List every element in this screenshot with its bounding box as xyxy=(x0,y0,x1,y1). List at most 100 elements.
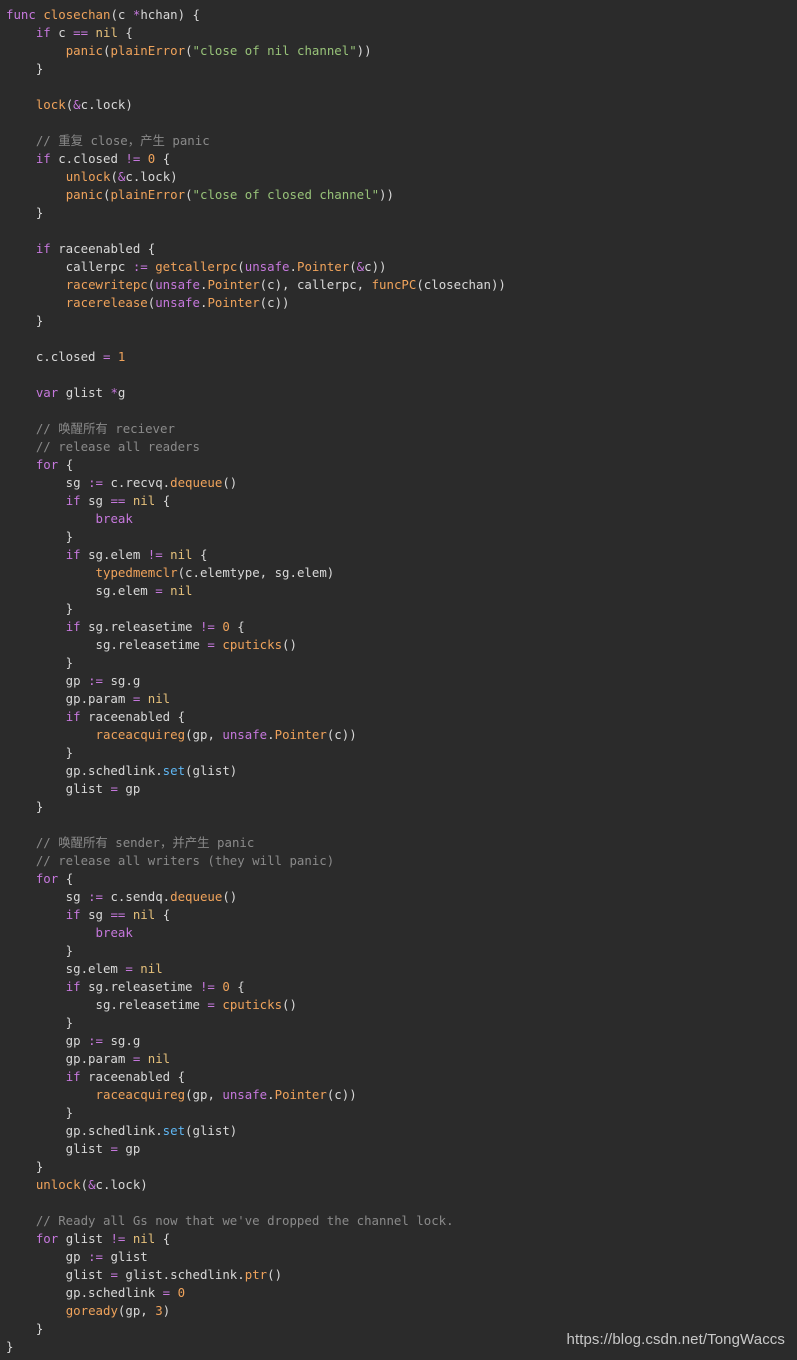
code-token-operator: * xyxy=(110,385,118,400)
code-token-plain: () xyxy=(282,637,297,652)
code-line: gp := sg.g xyxy=(6,1032,791,1050)
code-token-plain: (gp, xyxy=(185,727,223,742)
code-token-nil: nil xyxy=(132,907,156,922)
code-token-plain: sg xyxy=(6,889,89,904)
code-token-plain: ( xyxy=(185,187,193,202)
code-token-function: closechan xyxy=(43,7,111,22)
code-line: } xyxy=(6,1014,791,1032)
code-token-plain: glist xyxy=(58,1231,111,1246)
code-token-number: 3 xyxy=(155,1303,163,1318)
code-token-keyword: unsafe xyxy=(222,1087,268,1102)
code-token-operator: != xyxy=(199,619,215,634)
code-block[interactable]: func closechan(c *hchan) { if c == nil {… xyxy=(6,6,791,1356)
code-line: if raceenabled { xyxy=(6,708,791,726)
code-token-plain: () xyxy=(222,889,238,904)
code-token-function: unlock xyxy=(65,169,111,184)
code-line: if sg == nil { xyxy=(6,906,791,924)
code-line: break xyxy=(6,510,791,528)
code-line: if sg == nil { xyxy=(6,492,791,510)
code-token-plain: { xyxy=(155,151,171,166)
code-token-operator: != xyxy=(125,151,141,166)
code-token-function: panic xyxy=(65,43,103,58)
code-editor[interactable]: func closechan(c *hchan) { if c == nil {… xyxy=(0,0,797,1360)
code-token-nil: nil xyxy=(170,547,193,562)
code-line: panic(plainError("close of closed channe… xyxy=(6,186,791,204)
code-token-plain: sg.elem xyxy=(6,961,126,976)
code-token-type: set xyxy=(162,763,186,778)
code-token-plain: { xyxy=(192,547,208,562)
code-token-keyword: for xyxy=(35,871,59,886)
code-line: sg := c.recvq.dequeue() xyxy=(6,474,791,492)
code-token-plain: . xyxy=(267,1087,275,1102)
code-token-nil: nil xyxy=(132,493,156,508)
code-token-plain: c.sendq. xyxy=(102,889,171,904)
code-line: raceacquireg(gp, unsafe.Pointer(c)) xyxy=(6,726,791,744)
code-token-plain: } xyxy=(6,943,74,958)
code-token-plain: (closechan)) xyxy=(416,277,506,292)
code-token-plain: (c xyxy=(110,7,133,22)
code-token-plain: } xyxy=(6,61,44,76)
code-token-keyword: if xyxy=(65,547,81,562)
code-line: for { xyxy=(6,456,791,474)
code-line: // 唤醒所有 reciever xyxy=(6,420,791,438)
code-token-plain: } xyxy=(6,745,74,760)
code-line: lock(&c.lock) xyxy=(6,96,791,114)
code-line: // 唤醒所有 sender，并产生 panic xyxy=(6,834,791,852)
code-token-keyword: break xyxy=(95,511,133,526)
code-line: gp.param = nil xyxy=(6,1050,791,1068)
code-token-plain: c.closed xyxy=(50,151,126,166)
code-line: gp.schedlink.set(glist) xyxy=(6,1122,791,1140)
code-token-function: racewritepc xyxy=(65,277,148,292)
code-token-keyword: if xyxy=(65,979,81,994)
code-token-nil: nil xyxy=(140,961,163,976)
code-token-plain: { xyxy=(229,979,245,994)
code-token-plain: } xyxy=(6,1321,44,1336)
code-token-plain: gp.param xyxy=(6,1051,133,1066)
code-token-function: plainError xyxy=(110,187,186,202)
code-token-operator: = xyxy=(110,781,118,796)
code-line: if raceenabled { xyxy=(6,1068,791,1086)
code-token-plain: c.recvq. xyxy=(102,475,171,490)
code-token-operator: != xyxy=(199,979,215,994)
code-token-keyword: if xyxy=(65,493,81,508)
code-token-plain: raceenabled { xyxy=(80,1069,186,1084)
code-token-plain: gp xyxy=(6,673,89,688)
code-token-plain: ( xyxy=(185,43,193,58)
code-token-function: Pointer xyxy=(296,259,350,274)
code-line: } xyxy=(6,744,791,762)
code-line: } xyxy=(6,528,791,546)
code-token-plain: raceenabled { xyxy=(80,709,186,724)
code-token-operator: = xyxy=(110,1267,118,1282)
code-token-plain: } xyxy=(6,529,74,544)
code-token-plain: (c)) xyxy=(259,295,290,310)
code-line: func closechan(c *hchan) { xyxy=(6,6,791,24)
code-token-plain: hchan) { xyxy=(140,7,200,22)
code-token-plain: g xyxy=(117,385,126,400)
code-token-plain: } xyxy=(6,1159,44,1174)
code-line: if c == nil { xyxy=(6,24,791,42)
code-line: if sg.elem != nil { xyxy=(6,546,791,564)
code-line: break xyxy=(6,924,791,942)
code-token-keyword: if xyxy=(65,619,81,634)
code-token-plain: sg xyxy=(80,907,111,922)
code-line: } xyxy=(6,798,791,816)
code-token-plain: { xyxy=(58,871,74,886)
code-token-keyword: var xyxy=(35,385,59,400)
code-token-plain: gp.schedlink. xyxy=(6,1123,163,1138)
code-token-number: 0 xyxy=(177,1285,186,1300)
code-token-plain: } xyxy=(6,1339,14,1354)
code-line: sg.elem = nil xyxy=(6,582,791,600)
